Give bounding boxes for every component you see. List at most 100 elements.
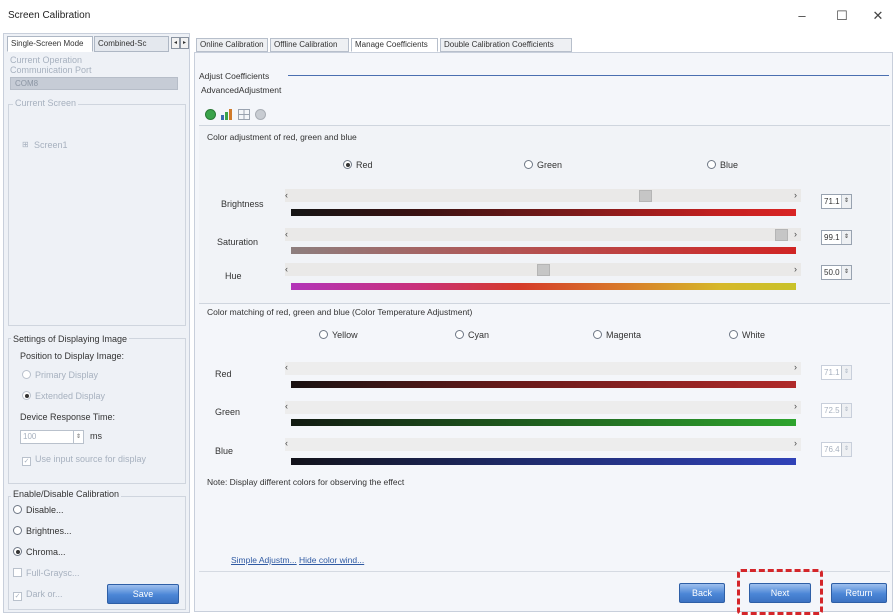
response-time-field[interactable]: 100 ⇕ bbox=[20, 430, 84, 444]
blue-radio[interactable] bbox=[707, 160, 716, 169]
match-green-value-field[interactable]: 72.5 ⇕ bbox=[821, 403, 852, 418]
brightness-value-field[interactable]: 71.1 ⇕ bbox=[821, 194, 852, 209]
red-label: Red bbox=[356, 160, 373, 170]
saturation-value-field[interactable]: 99.1 ⇕ bbox=[821, 230, 852, 245]
return-button[interactable]: Return bbox=[831, 583, 887, 603]
saturation-spinner[interactable]: ⇕ bbox=[841, 231, 851, 244]
color-adjust-title: Color adjustment of red, green and blue bbox=[207, 132, 357, 142]
tab-scroll-right-button[interactable]: ▸ bbox=[180, 37, 189, 49]
response-time-spinner[interactable]: ⇕ bbox=[73, 431, 83, 443]
save-button[interactable]: Save bbox=[107, 584, 179, 604]
simple-adjustment-link[interactable]: Simple Adjustm... bbox=[231, 555, 297, 565]
tab-combined-screen[interactable]: Combined-Sc bbox=[94, 36, 169, 52]
disable-radio[interactable] bbox=[13, 505, 22, 514]
brightness-radio[interactable] bbox=[13, 526, 22, 535]
communication-port-select[interactable]: COM8 bbox=[10, 77, 178, 90]
window-title: Screen Calibration bbox=[8, 10, 91, 21]
saturation-right-arrow[interactable]: › bbox=[794, 229, 797, 239]
match-red-spinner[interactable]: ⇕ bbox=[841, 366, 851, 379]
match-red-left-arrow[interactable]: ‹ bbox=[285, 362, 288, 372]
magenta-radio[interactable] bbox=[593, 330, 602, 339]
hide-color-window-link[interactable]: Hide color wind... bbox=[299, 555, 364, 565]
match-blue-gradient-bar bbox=[291, 458, 796, 465]
match-green-slider-track[interactable] bbox=[285, 401, 801, 414]
tree-item-screen1[interactable]: Screen1 bbox=[34, 140, 68, 150]
input-source-checkbox[interactable]: ✓ bbox=[22, 457, 31, 466]
saturation-left-arrow[interactable]: ‹ bbox=[285, 229, 288, 239]
white-label: White bbox=[742, 330, 766, 340]
radio-yellow[interactable]: Yellow bbox=[319, 330, 358, 340]
brightness-right-arrow[interactable]: › bbox=[794, 190, 797, 200]
chart-icon[interactable] bbox=[221, 109, 233, 120]
blue-label: Blue bbox=[720, 160, 739, 170]
radio-magenta[interactable]: Magenta bbox=[593, 330, 641, 340]
match-red-value-field[interactable]: 71.1 ⇕ bbox=[821, 365, 852, 380]
extended-display-option[interactable]: Extended Display bbox=[22, 391, 105, 401]
brightness-spinner[interactable]: ⇕ bbox=[841, 195, 851, 208]
match-green-left-arrow[interactable]: ‹ bbox=[285, 401, 288, 411]
hue-slider-label: Hue bbox=[225, 271, 242, 281]
full-grayscale-checkbox[interactable] bbox=[13, 568, 22, 577]
match-blue-left-arrow[interactable]: ‹ bbox=[285, 438, 288, 448]
radio-cyan[interactable]: Cyan bbox=[455, 330, 489, 340]
input-source-option[interactable]: ✓ Use input source for display bbox=[22, 454, 146, 466]
tab-double-calibration-coefficients[interactable]: Double Calibration Coefficients bbox=[440, 38, 572, 52]
chroma-radio[interactable] bbox=[13, 547, 22, 556]
radio-blue[interactable]: Blue bbox=[707, 160, 738, 170]
hue-right-arrow[interactable]: › bbox=[794, 264, 797, 274]
dark-checkbox[interactable]: ✓ bbox=[13, 592, 22, 601]
back-button[interactable]: Back bbox=[679, 583, 725, 603]
chroma-option[interactable]: Chroma... bbox=[13, 547, 66, 557]
hue-left-arrow[interactable]: ‹ bbox=[285, 264, 288, 274]
match-blue-right-arrow[interactable]: › bbox=[794, 438, 797, 448]
maximize-button[interactable]: ☐ bbox=[830, 6, 854, 26]
response-time-unit: ms bbox=[90, 431, 102, 441]
tab-offline-calibration[interactable]: Offline Calibration bbox=[270, 38, 349, 52]
brightness-left-arrow[interactable]: ‹ bbox=[285, 190, 288, 200]
match-red-right-arrow[interactable]: › bbox=[794, 362, 797, 372]
radio-red[interactable]: Red bbox=[343, 160, 373, 170]
dark-option[interactable]: ✓ Dark or... bbox=[13, 589, 63, 601]
tab-manage-coefficients[interactable]: Manage Coefficients bbox=[351, 38, 438, 52]
close-button[interactable]: ✕ bbox=[866, 6, 890, 26]
match-blue-spinner[interactable]: ⇕ bbox=[841, 443, 851, 456]
match-blue-value-field[interactable]: 76.4 ⇕ bbox=[821, 442, 852, 457]
radio-green[interactable]: Green bbox=[524, 160, 562, 170]
cyan-radio[interactable] bbox=[455, 330, 464, 339]
minimize-button[interactable]: – bbox=[790, 6, 814, 26]
tab-scroll-left-button[interactable]: ◂ bbox=[171, 37, 180, 49]
saturation-slider-thumb[interactable] bbox=[775, 229, 789, 241]
tree-expand-icon[interactable]: ⊞ bbox=[22, 140, 29, 149]
match-green-spinner[interactable]: ⇕ bbox=[841, 404, 851, 417]
white-radio[interactable] bbox=[729, 330, 738, 339]
yellow-label: Yellow bbox=[332, 330, 358, 340]
match-blue-slider-track[interactable] bbox=[285, 438, 801, 451]
full-grayscale-label: Full-Graysc... bbox=[26, 568, 80, 578]
hue-value-field[interactable]: 50.0 ⇕ bbox=[821, 265, 852, 280]
match-blue-label: Blue bbox=[215, 446, 234, 456]
extended-display-radio[interactable] bbox=[22, 391, 31, 400]
disable-option[interactable]: Disable... bbox=[13, 505, 64, 515]
primary-display-radio[interactable] bbox=[22, 370, 31, 379]
grid-icon[interactable] bbox=[238, 109, 250, 120]
brightness-slider-label: Brightness bbox=[221, 199, 264, 209]
full-grayscale-option[interactable]: Full-Graysc... bbox=[13, 568, 80, 578]
saturation-slider-track[interactable] bbox=[285, 228, 801, 241]
clear-icon[interactable] bbox=[255, 109, 266, 120]
match-red-slider-track[interactable] bbox=[285, 362, 801, 375]
primary-display-option[interactable]: Primary Display bbox=[22, 370, 98, 380]
tab-online-calibration[interactable]: Online Calibration bbox=[196, 38, 268, 52]
yellow-radio[interactable] bbox=[319, 330, 328, 339]
match-green-right-arrow[interactable]: › bbox=[794, 401, 797, 411]
refresh-icon[interactable] bbox=[205, 109, 216, 120]
brightness-slider-track[interactable] bbox=[285, 189, 801, 202]
brightness-slider-thumb[interactable] bbox=[638, 190, 652, 202]
tab-single-screen-mode[interactable]: Single-Screen Mode bbox=[7, 36, 93, 52]
brightness-option[interactable]: Brightnes... bbox=[13, 526, 72, 536]
radio-white[interactable]: White bbox=[729, 330, 765, 340]
hue-spinner[interactable]: ⇕ bbox=[841, 266, 851, 279]
red-radio[interactable] bbox=[343, 160, 352, 169]
response-time-value: 100 bbox=[23, 432, 37, 441]
hue-slider-thumb[interactable] bbox=[536, 264, 550, 276]
green-radio[interactable] bbox=[524, 160, 533, 169]
